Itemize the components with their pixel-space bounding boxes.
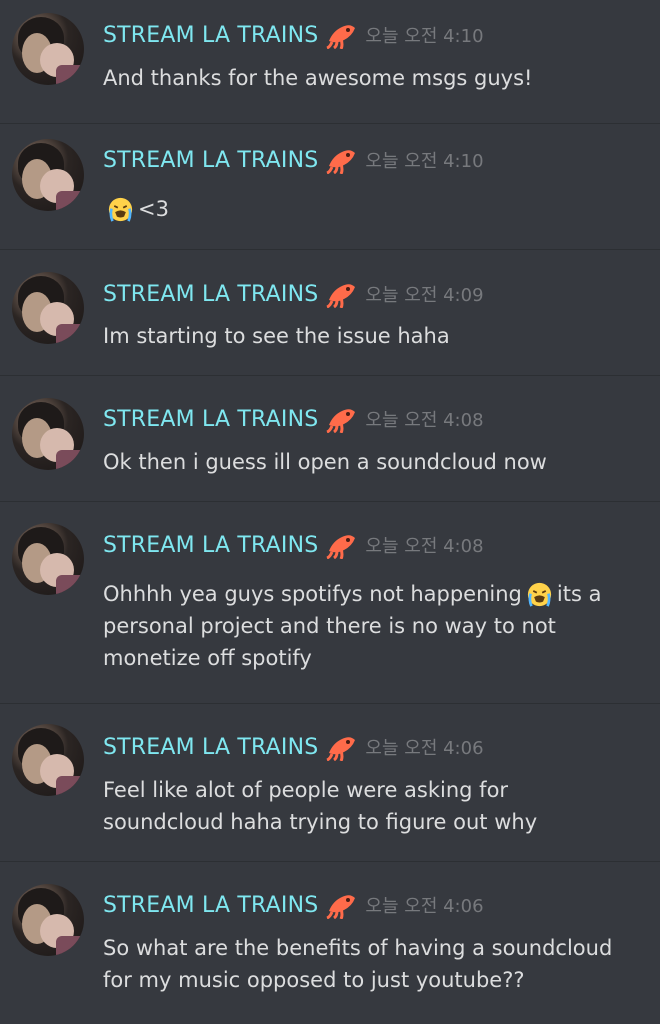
message-text: its a xyxy=(556,582,602,606)
squid-icon xyxy=(325,21,359,49)
message-content: Ohhhh yea guys spotifys not happening its… xyxy=(103,577,638,674)
chat-message[interactable]: STREAM LA TRAINS 오늘 오전 4:08 Ohhhh yea gu… xyxy=(0,502,660,704)
avatar[interactable] xyxy=(12,13,84,85)
message-line: So what are the benefits of having a sou… xyxy=(103,936,613,960)
username[interactable]: STREAM LA TRAINS xyxy=(103,735,318,760)
squid-icon xyxy=(325,531,359,559)
message-line: Ok then i guess ill open a soundcloud no… xyxy=(103,450,547,474)
chat-message[interactable]: STREAM LA TRAINS 오늘 오전 4:09 Im starting … xyxy=(0,250,660,376)
squid-icon xyxy=(325,733,359,761)
chat-message[interactable]: STREAM LA TRAINS 오늘 오전 4:06 So what are … xyxy=(0,862,660,1024)
squid-icon xyxy=(325,405,359,433)
message-content: And thanks for the awesome msgs guys! xyxy=(103,62,638,94)
message-line: for my music opposed to just youtube?? xyxy=(103,968,525,992)
message-feed[interactable]: STREAM LA TRAINS 오늘 오전 4:10 And thanks f… xyxy=(0,0,660,1024)
chat-message[interactable]: STREAM LA TRAINS 오늘 오전 4:10 And thanks f… xyxy=(0,0,660,124)
message-content: So what are the benefits of having a sou… xyxy=(103,932,638,996)
message-content: <3 xyxy=(103,192,638,225)
message-line: Im starting to see the issue haha xyxy=(103,324,450,348)
avatar[interactable] xyxy=(12,272,84,344)
chat-message[interactable]: STREAM LA TRAINS 오늘 오전 4:06 Feel like al… xyxy=(0,704,660,862)
avatar[interactable] xyxy=(12,724,84,796)
squid-icon xyxy=(325,146,359,174)
username[interactable]: STREAM LA TRAINS xyxy=(103,893,318,918)
username[interactable]: STREAM LA TRAINS xyxy=(103,148,318,173)
message-line: personal project and there is no way to … xyxy=(103,614,556,638)
timestamp: 오늘 오전 4:09 xyxy=(365,285,484,306)
username[interactable]: STREAM LA TRAINS xyxy=(103,23,318,48)
message-line: soundcloud haha trying to figure out why xyxy=(103,810,538,834)
timestamp: 오늘 오전 4:06 xyxy=(365,738,484,759)
chat-message[interactable]: STREAM LA TRAINS 오늘 오전 4:08 Ok then i gu… xyxy=(0,376,660,502)
username[interactable]: STREAM LA TRAINS xyxy=(103,533,318,558)
username[interactable]: STREAM LA TRAINS xyxy=(103,282,318,307)
squid-icon xyxy=(325,891,359,919)
message-content: Im starting to see the issue haha xyxy=(103,320,638,352)
message-text: <3 xyxy=(138,197,169,221)
loudly-crying-face-icon xyxy=(108,197,133,222)
timestamp: 오늘 오전 4:08 xyxy=(365,410,484,431)
message-content: Feel like alot of people were asking for… xyxy=(103,774,638,838)
message-content: Ok then i guess ill open a soundcloud no… xyxy=(103,446,638,478)
timestamp: 오늘 오전 4:06 xyxy=(365,896,484,917)
avatar[interactable] xyxy=(12,139,84,211)
loudly-crying-face-icon xyxy=(527,582,551,607)
timestamp: 오늘 오전 4:10 xyxy=(365,151,484,172)
message-line: Ohhhh yea guys spotifys not happening its… xyxy=(103,577,638,610)
username[interactable]: STREAM LA TRAINS xyxy=(103,407,318,432)
avatar[interactable] xyxy=(12,884,84,956)
avatar[interactable] xyxy=(12,398,84,470)
timestamp: 오늘 오전 4:10 xyxy=(365,26,484,47)
message-line: monetize off spotify xyxy=(103,646,312,670)
message-line: And thanks for the awesome msgs guys! xyxy=(103,66,533,90)
timestamp: 오늘 오전 4:08 xyxy=(365,536,484,557)
squid-icon xyxy=(325,280,359,308)
message-line: Feel like alot of people were asking for xyxy=(103,778,509,802)
chat-message[interactable]: STREAM LA TRAINS 오늘 오전 4:10 <3 xyxy=(0,124,660,250)
message-text: Ohhhh yea guys spotifys not happening xyxy=(103,582,522,606)
avatar[interactable] xyxy=(12,523,84,595)
